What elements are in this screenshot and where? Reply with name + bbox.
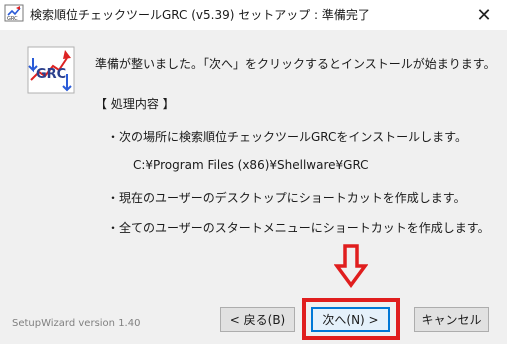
wizard-version: SetupWizard version 1.40 (12, 318, 141, 329)
section-title: 【 処理内容 】 (95, 97, 175, 111)
grc-logo: GRC (27, 46, 75, 94)
title-bar: GRC 検索順位チェックツールGRC (v5.39) セットアップ : 準備完了… (0, 0, 507, 30)
annotation-highlight-box (302, 298, 400, 340)
window-title: 検索順位チェックツールGRC (v5.39) セットアップ : 準備完了 (30, 8, 370, 22)
svg-text:GRC: GRC (7, 16, 18, 22)
close-button[interactable]: ✕ (461, 0, 507, 30)
ready-message: 準備が整いました。「次へ」をクリックするとインストールが始まります。 (95, 57, 496, 71)
logo-text: GRC (36, 67, 66, 82)
close-icon: ✕ (476, 4, 492, 26)
install-location-item: ・次の場所に検索順位チェックツールGRCをインストールします。 (107, 130, 467, 144)
back-button[interactable]: < 戻る(B) (220, 307, 295, 332)
app-icon: GRC (4, 4, 24, 22)
desktop-shortcut-item: ・現在のユーザーのデスクトップにショートカットを作成します。 (107, 191, 466, 205)
dialog-body (0, 30, 507, 344)
annotation-arrow-icon (334, 244, 368, 288)
install-path: C:¥Program Files (x86)¥Shellware¥GRC (133, 158, 369, 172)
cancel-button[interactable]: キャンセル (414, 307, 489, 332)
startmenu-shortcut-item: ・全てのユーザーのスタートメニューにショートカットを作成します。 (107, 221, 490, 235)
